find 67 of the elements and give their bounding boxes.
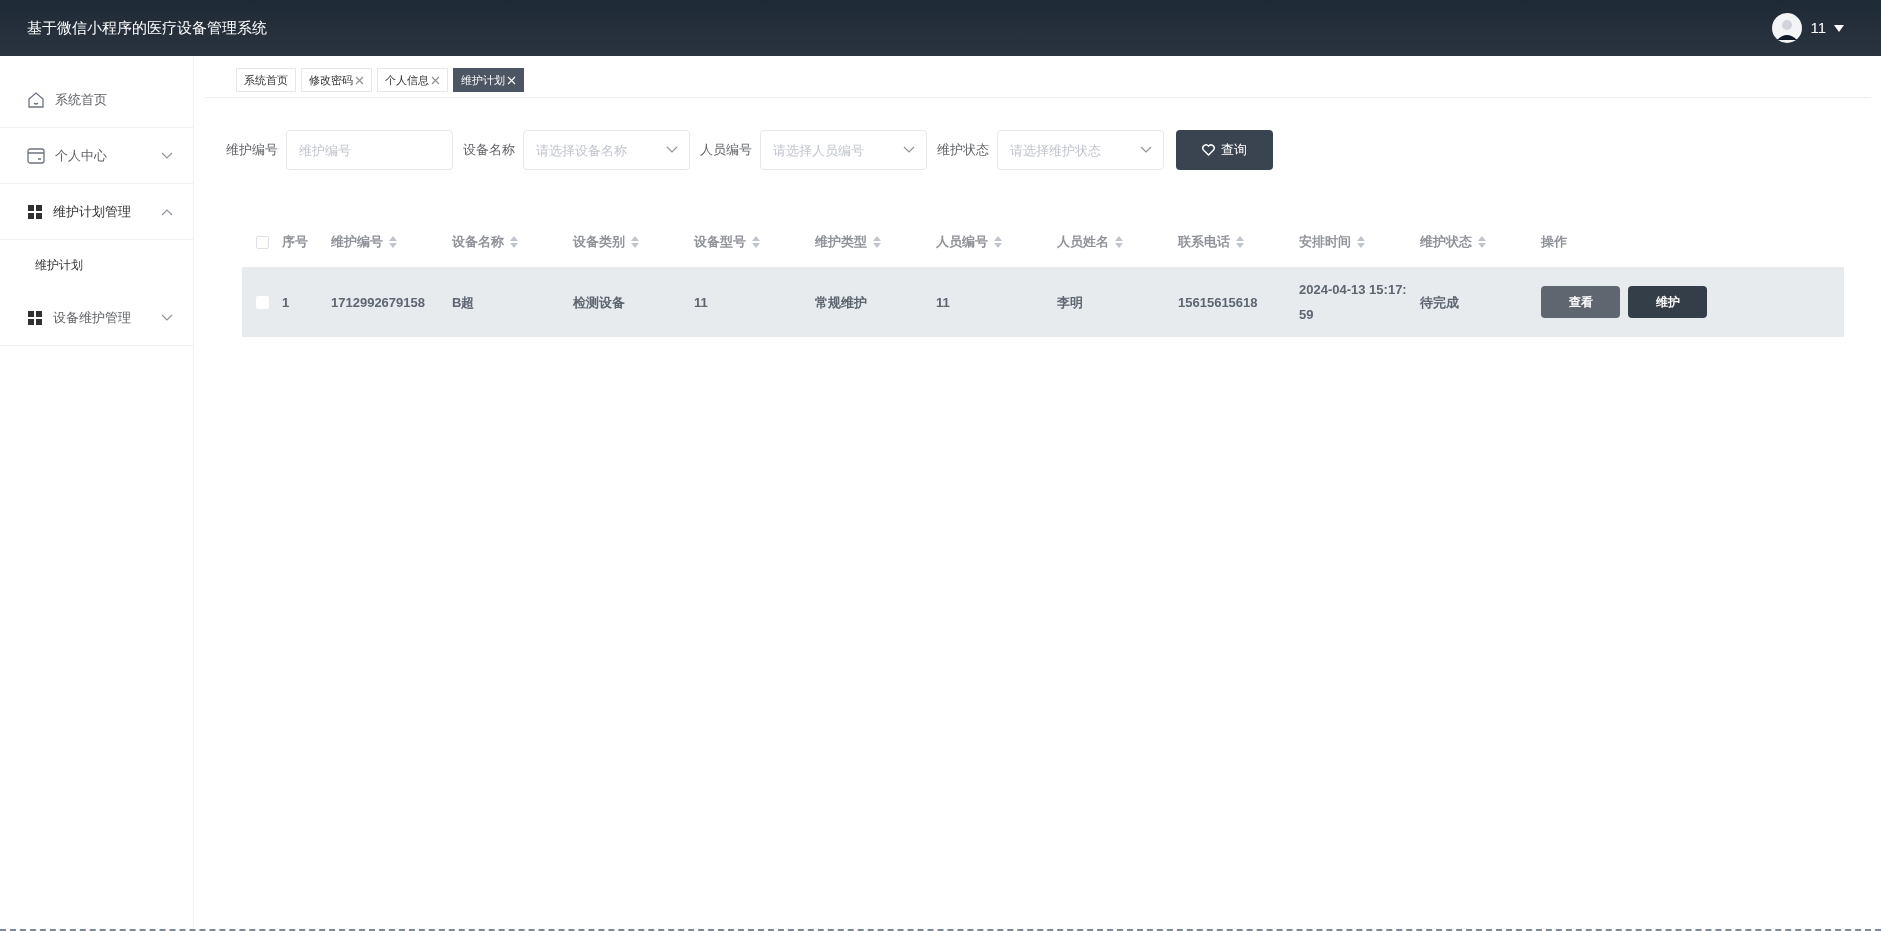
view-button[interactable]: 查看 [1541, 286, 1620, 318]
table-cell: 李明 [1057, 294, 1083, 310]
column-header: 设备型号 [694, 233, 746, 252]
tab[interactable]: 维护计划 [453, 68, 524, 92]
table-cell: 2024-04-13 15:17:59 [1299, 282, 1407, 322]
table-cell: 待完成 [1420, 294, 1459, 310]
sort-icon[interactable] [631, 236, 639, 248]
sidebar-item[interactable]: 系统首页 [0, 72, 193, 128]
user-name[interactable]: 11 [1810, 16, 1826, 40]
chevron-down-icon [666, 146, 678, 154]
input-field[interactable]: 维护编号 [286, 130, 453, 170]
select-field[interactable]: 请选择设备名称 [523, 130, 690, 170]
select-field[interactable]: 请选择人员编号 [760, 130, 927, 170]
caret-down-icon[interactable] [1834, 24, 1844, 32]
sort-icon[interactable] [994, 236, 1002, 248]
grid-icon [27, 309, 43, 326]
checkbox[interactable] [255, 235, 269, 249]
avatar[interactable] [1772, 13, 1803, 43]
filter-label: 人员编号 [700, 141, 752, 160]
sort-icon[interactable] [752, 236, 760, 248]
search-button[interactable]: 查询 [1176, 130, 1273, 170]
tab[interactable]: 个人信息 [377, 68, 448, 92]
card-icon [27, 147, 45, 164]
sort-icon[interactable] [389, 236, 397, 248]
column-header: 维护编号 [331, 233, 383, 252]
table-cell: 15615615618 [1178, 294, 1258, 310]
grid-icon [27, 203, 43, 220]
table-cell: 1712992679158 [331, 294, 425, 310]
sort-icon[interactable] [1357, 236, 1365, 248]
column-header: 设备类别 [573, 233, 625, 252]
home-icon [27, 90, 45, 109]
sidebar-item[interactable]: 个人中心 [0, 128, 193, 184]
tab[interactable]: 修改密码 [301, 68, 372, 92]
table-cell: 11 [936, 294, 950, 310]
column-header: 人员编号 [936, 233, 988, 252]
sort-icon[interactable] [510, 236, 518, 248]
submenu-item[interactable]: 维护计划 [0, 240, 193, 290]
table-cell: 常规维护 [815, 294, 867, 310]
column-header: 维护类型 [815, 233, 867, 252]
filter-label: 维护状态 [937, 141, 989, 160]
column-header: 人员姓名 [1057, 233, 1109, 252]
sort-icon[interactable] [1115, 236, 1123, 248]
column-header: 安排时间 [1299, 233, 1351, 252]
sidebar-item[interactable]: 设备维护管理 [0, 290, 193, 346]
tab[interactable]: 系统首页 [236, 68, 296, 92]
filter-label: 维护编号 [226, 141, 278, 160]
select-field[interactable]: 请选择维护状态 [997, 130, 1164, 170]
table-cell: 检测设备 [573, 294, 625, 310]
sort-icon[interactable] [1236, 236, 1244, 248]
table-cell: B超 [452, 294, 475, 310]
filter-label: 设备名称 [463, 141, 515, 160]
app-title: 基于微信小程序的医疗设备管理系统 [27, 17, 267, 38]
column-header: 序号 [282, 233, 308, 252]
chevron-down-icon [1140, 146, 1152, 154]
sort-icon[interactable] [1478, 236, 1486, 248]
sort-icon[interactable] [873, 236, 881, 248]
sidebar-item[interactable]: 维护计划管理 [0, 184, 193, 240]
column-header: 维护状态 [1420, 233, 1472, 252]
column-header: 操作 [1541, 233, 1567, 252]
column-header: 联系电话 [1178, 233, 1230, 252]
table-row[interactable]: 1 1712992679158 B超 检测设备 11 常规维护 11 李明 15615615618 2024-04-13 15:17:59 待完成 查看 维护 [242, 267, 1844, 337]
column-header: 设备名称 [452, 233, 504, 252]
table-cell: 11 [694, 294, 708, 310]
heart-icon [1202, 144, 1215, 156]
table-cell: 1 [282, 294, 290, 310]
chevron-down-icon [903, 146, 915, 154]
maintain-button[interactable]: 维护 [1628, 286, 1707, 318]
